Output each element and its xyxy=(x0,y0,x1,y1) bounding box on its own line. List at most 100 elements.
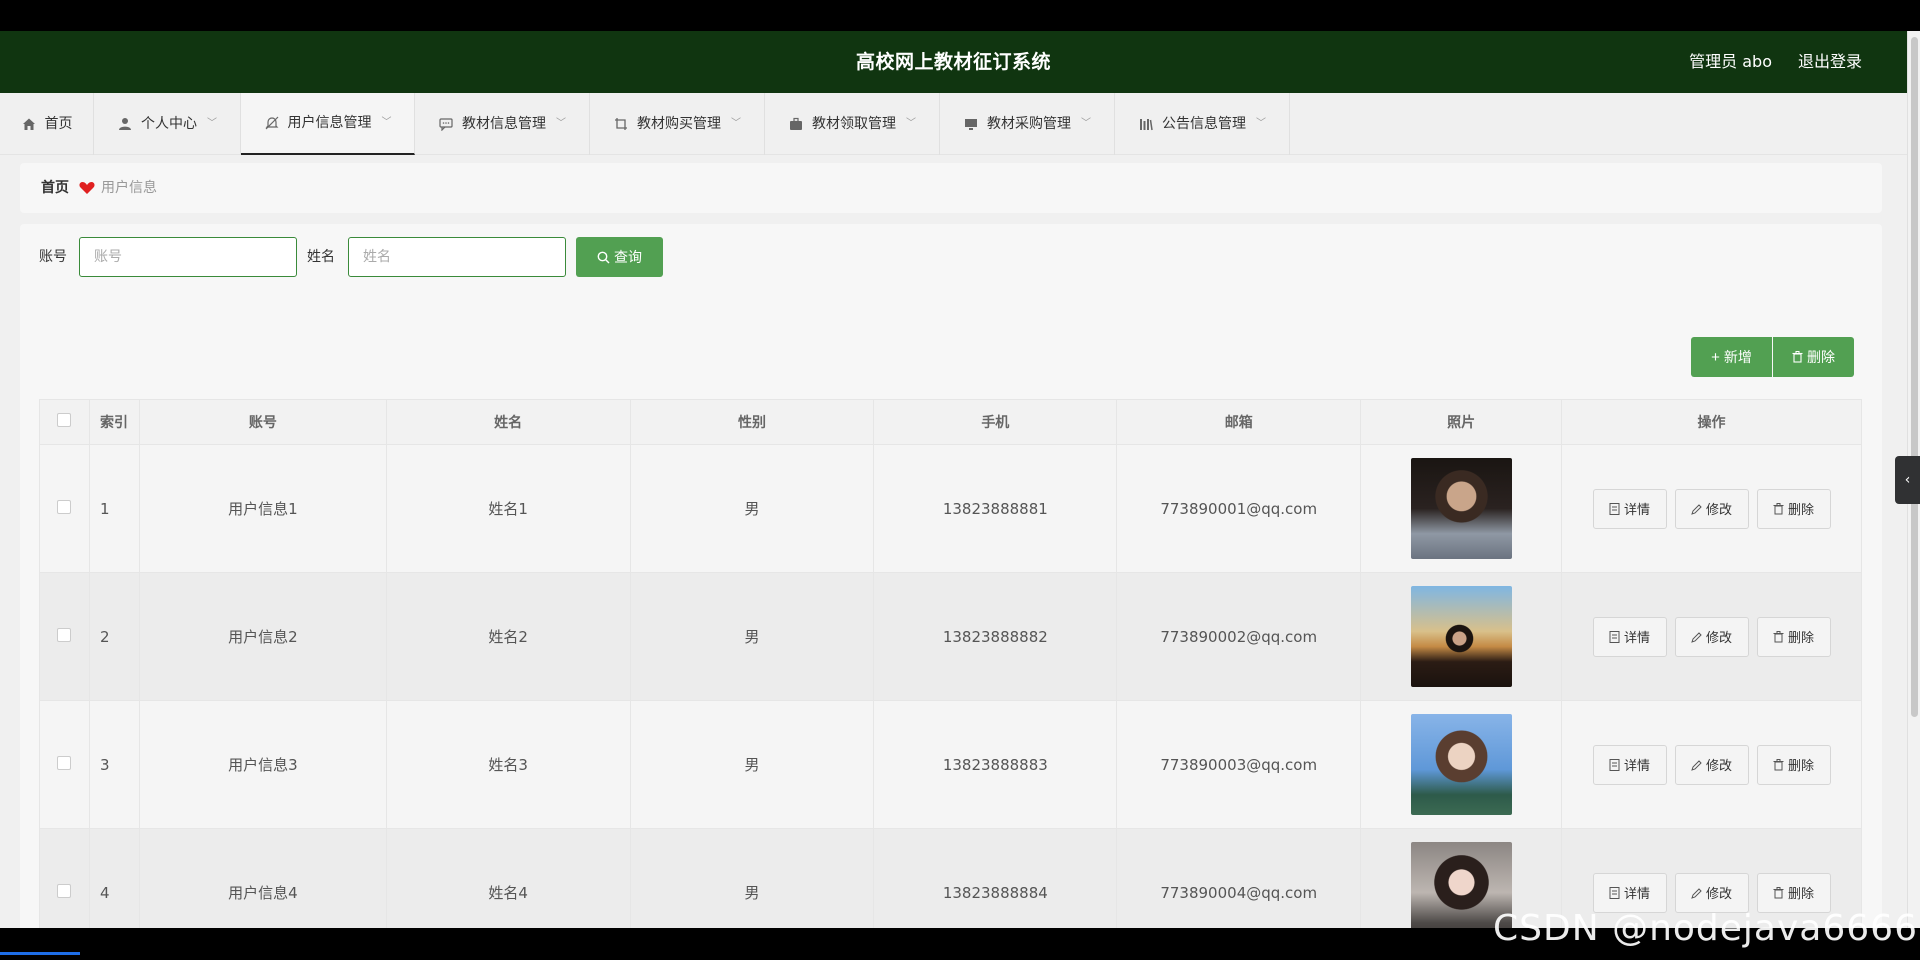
nav-item-user-info[interactable]: 用户信息管理 ﹀ xyxy=(241,93,415,155)
query-button[interactable]: 查询 xyxy=(576,237,663,277)
row-select-cell[interactable] xyxy=(39,444,90,573)
cell-phone: 13823888884 xyxy=(873,828,1118,928)
cell-phone: 13823888883 xyxy=(873,700,1118,829)
cell-actions: 详情 修改 删除 xyxy=(1561,572,1862,701)
pencil-icon xyxy=(1691,887,1702,899)
column-header: 手机 xyxy=(873,399,1118,445)
cell-actions: 详情 修改 删除 xyxy=(1561,444,1862,573)
row-select-cell[interactable] xyxy=(39,828,90,928)
row-checkbox[interactable] xyxy=(57,883,72,898)
nav-label: 教材采购管理 xyxy=(987,116,1071,132)
edit-label: 修改 xyxy=(1706,631,1733,646)
nav-label: 公告信息管理 xyxy=(1162,116,1246,132)
breadcrumb-home[interactable]: 首页 xyxy=(41,163,69,213)
collapse-panel-handle[interactable]: ‹ xyxy=(1895,456,1920,504)
document-icon xyxy=(1609,502,1620,515)
plus-icon: + xyxy=(1711,348,1720,366)
nav-item-textbook-info[interactable]: 教材信息管理 ﹀ xyxy=(415,93,590,155)
delete-label: 删除 xyxy=(1788,631,1815,646)
row-checkbox[interactable] xyxy=(57,755,72,770)
nav-item-personal-center[interactable]: 个人中心 ﹀ xyxy=(94,93,241,155)
row-select-cell[interactable] xyxy=(39,572,90,701)
bulk-delete-button[interactable]: 删除 xyxy=(1773,337,1854,377)
app-title: 高校网上教材征订系统 xyxy=(855,51,1051,73)
account-search-input[interactable] xyxy=(79,237,297,277)
select-all-header[interactable] xyxy=(39,399,90,445)
nav-item-announcement[interactable]: 公告信息管理 ﹀ xyxy=(1115,93,1290,155)
trash-icon xyxy=(1792,351,1803,363)
detail-label: 详情 xyxy=(1624,503,1651,518)
name-search-input[interactable] xyxy=(348,237,566,277)
select-all-checkbox[interactable] xyxy=(57,413,72,427)
detail-button[interactable]: 详情 xyxy=(1592,616,1667,657)
cell-account: 用户信息1 xyxy=(138,444,387,573)
nav-item-textbook-procurement[interactable]: 教材采购管理 ﹀ xyxy=(940,93,1115,155)
detail-button[interactable]: 详情 xyxy=(1592,488,1667,529)
heart-icon xyxy=(79,182,95,194)
document-icon xyxy=(1609,630,1620,643)
delete-label: 删除 xyxy=(1788,759,1815,774)
table-row[interactable]: 1 用户信息1 姓名1 男 13823888881 773890001@qq.com 详情 修… xyxy=(39,444,1862,573)
cell-email: 773890001@qq.com xyxy=(1116,444,1362,573)
table-row[interactable]: 2 用户信息2 姓名2 男 13823888882 773890002@qq.com 详情 修… xyxy=(39,572,1862,701)
bars-icon xyxy=(1138,116,1154,132)
column-header: 照片 xyxy=(1360,399,1563,445)
edit-button[interactable]: 修改 xyxy=(1674,616,1749,657)
watermark: CSDN @nodejava666666 xyxy=(1493,908,1920,949)
detail-button[interactable]: 详情 xyxy=(1592,872,1667,913)
nav-item-textbook-pickup[interactable]: 教材领取管理 ﹀ xyxy=(765,93,940,155)
user-table: 索引 账号 姓名 性别 手机 邮箱 照片 操作 1 用户信息1 姓名1 男 138238… xyxy=(39,399,1862,928)
user-photo xyxy=(1410,458,1512,559)
cell-index: 4 xyxy=(88,828,140,928)
row-checkbox[interactable] xyxy=(57,499,72,514)
document-icon xyxy=(1609,758,1620,771)
detail-button[interactable]: 详情 xyxy=(1592,744,1667,785)
nav-item-home[interactable]: 首页 xyxy=(0,93,94,155)
chevron-down-icon: ﹀ xyxy=(207,118,217,129)
cell-email: 773890004@qq.com xyxy=(1116,828,1362,928)
cell-actions: 详情 修改 删除 xyxy=(1561,700,1862,829)
scrollbar-thumb[interactable] xyxy=(1911,37,1918,717)
person-icon xyxy=(117,116,133,132)
breadcrumb: 首页 用户信息 xyxy=(20,163,1882,213)
account-label: 账号 xyxy=(39,249,67,265)
search-icon xyxy=(597,251,610,263)
add-button[interactable]: + 新增 xyxy=(1691,337,1772,377)
app-screen: 高校网上教材征订系统 管理员 abo 退出登录 首页 个人中心 ﹀ 用户信息管理… xyxy=(0,31,1920,928)
delete-button[interactable]: 删除 xyxy=(1756,488,1831,529)
logout-link[interactable]: 退出登录 xyxy=(1798,31,1862,93)
chevron-down-icon: ﹀ xyxy=(556,118,566,129)
edit-button[interactable]: 修改 xyxy=(1674,872,1749,913)
cell-index: 2 xyxy=(88,572,140,701)
row-checkbox[interactable] xyxy=(57,627,72,642)
cell-email: 773890003@qq.com xyxy=(1116,700,1362,829)
column-header: 邮箱 xyxy=(1116,399,1362,445)
nav-label: 教材购买管理 xyxy=(637,116,721,132)
chevron-down-icon: ﹀ xyxy=(906,118,916,129)
add-button-label: 新增 xyxy=(1723,349,1752,365)
edit-label: 修改 xyxy=(1706,503,1733,518)
cell-name: 姓名3 xyxy=(385,700,631,829)
bulk-delete-label: 删除 xyxy=(1807,349,1835,365)
main-content: 账号 姓名 查询 + 新增 删除 索引 账号 姓名 性别 手机 xyxy=(20,224,1882,928)
row-select-cell[interactable] xyxy=(39,700,90,829)
cell-name: 姓名4 xyxy=(385,828,631,928)
edit-button[interactable]: 修改 xyxy=(1674,488,1749,529)
cell-account: 用户信息4 xyxy=(138,828,387,928)
cell-name: 姓名2 xyxy=(385,572,631,701)
table-row[interactable]: 3 用户信息3 姓名3 男 13823888883 773890003@qq.com 详情 修… xyxy=(39,700,1862,829)
delete-button[interactable]: 删除 xyxy=(1756,616,1831,657)
column-header: 操作 xyxy=(1561,399,1862,445)
cell-account: 用户信息3 xyxy=(138,700,387,829)
chevron-left-icon: ‹ xyxy=(1904,472,1911,488)
cell-email: 773890002@qq.com xyxy=(1116,572,1362,701)
edit-button[interactable]: 修改 xyxy=(1674,744,1749,785)
cell-photo xyxy=(1360,444,1563,573)
nav-item-textbook-purchase[interactable]: 教材购买管理 ﹀ xyxy=(590,93,765,155)
name-label: 姓名 xyxy=(307,249,335,265)
trash-icon xyxy=(1773,630,1784,642)
cell-photo xyxy=(1360,572,1563,701)
delete-button[interactable]: 删除 xyxy=(1756,744,1831,785)
delete-button[interactable]: 删除 xyxy=(1756,872,1831,913)
cell-index: 1 xyxy=(88,444,140,573)
